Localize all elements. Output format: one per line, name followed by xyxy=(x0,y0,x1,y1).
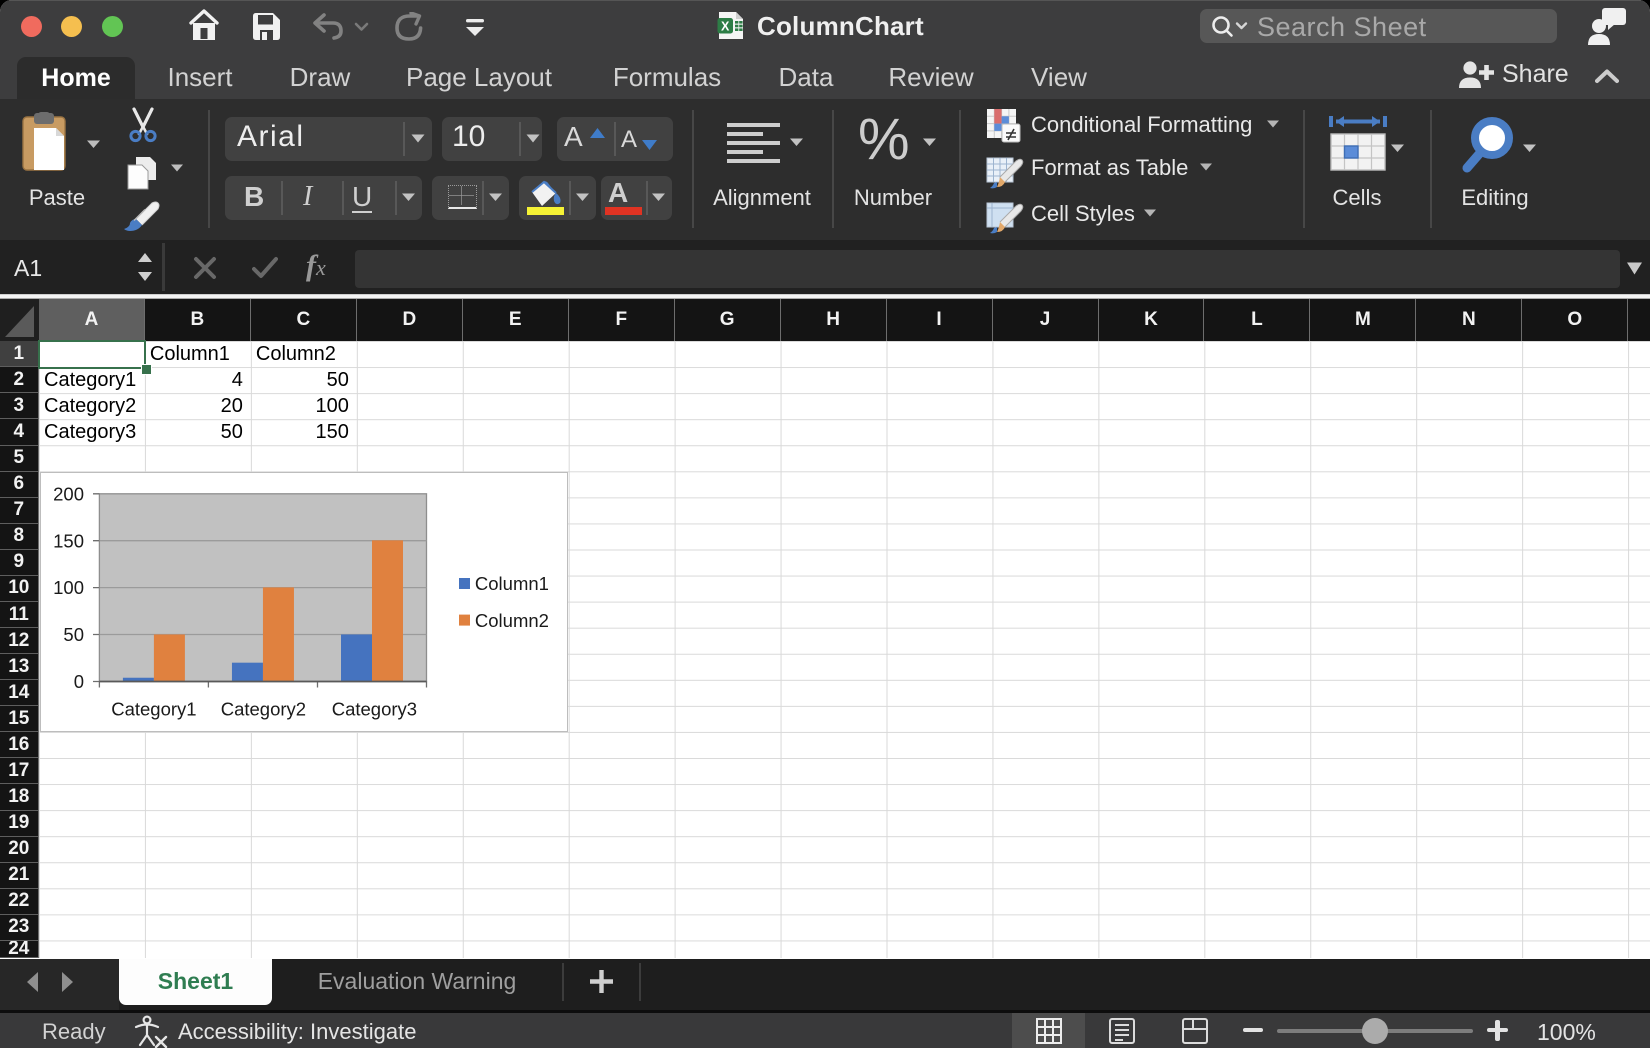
svg-text:200: 200 xyxy=(53,483,84,504)
svg-text:0: 0 xyxy=(74,671,84,692)
svg-text:X: X xyxy=(721,19,730,33)
svg-text:Category2: Category2 xyxy=(221,698,306,719)
svg-text:Category1: Category1 xyxy=(111,698,196,719)
svg-text:150: 150 xyxy=(53,530,84,551)
svg-text:Column2: Column2 xyxy=(475,610,549,631)
svg-text:Category3: Category3 xyxy=(332,698,417,719)
svg-text:100: 100 xyxy=(53,577,84,598)
svg-text:Column1: Column1 xyxy=(475,572,549,593)
svg-text:50: 50 xyxy=(63,624,84,645)
